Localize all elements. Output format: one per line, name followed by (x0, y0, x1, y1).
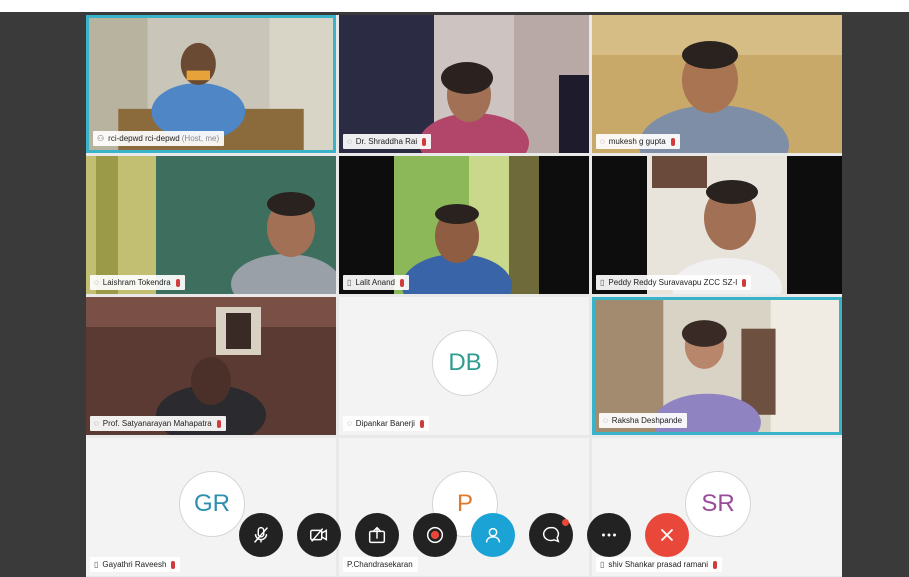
record-icon (426, 526, 444, 544)
speaker-icon: ◌ (600, 137, 605, 146)
muted-microphone-icon (419, 419, 424, 428)
record-button[interactable] (413, 513, 457, 557)
mute-button[interactable] (239, 513, 283, 557)
speaker-icon: ◌ (603, 416, 608, 425)
avatar-initials: GR (194, 490, 230, 517)
participant-name: mukesh g gupta (608, 137, 666, 146)
muted-microphone-icon (713, 560, 718, 569)
video-tile[interactable]: ◌ Prof. Satyanarayan Mahapatra (86, 297, 336, 435)
muted-microphone-icon (670, 137, 675, 146)
phone-icon: ▯ (600, 278, 605, 287)
participant-name: Prof. Satyanarayan Mahapatra (102, 419, 212, 428)
video-tile[interactable]: ◌ Dr. Shraddha Rai (339, 15, 589, 153)
more-icon (602, 533, 616, 537)
muted-microphone-icon (216, 419, 221, 428)
participant-name: Gayathri Raveesh (102, 560, 167, 569)
avatar-initials: DB (448, 349, 482, 376)
participant-video (86, 297, 336, 435)
chat-button[interactable] (529, 513, 573, 557)
muted-microphone-icon (422, 137, 427, 146)
phone-icon: ▯ (347, 278, 352, 287)
muted-microphone-icon (400, 278, 404, 287)
video-button[interactable] (297, 513, 341, 557)
window-top-strip (0, 0, 909, 12)
participant-role: (Host, me) (181, 134, 220, 143)
speaker-icon: ◌ (347, 137, 352, 146)
video-grid: ⚇ rci-depwd rci-depwd (Host, me) ◌ Dr. S… (86, 15, 842, 577)
video-tile[interactable]: ◌ Laishram Tokendra (86, 156, 336, 294)
share-button[interactable] (355, 513, 399, 557)
participant-name-bar: ▯ Peddy Reddy Suravavapu ZCC SZ-I (596, 275, 752, 290)
participant-name-bar: ◌ Laishram Tokendra (90, 275, 185, 290)
participant-video (86, 156, 336, 294)
participants-icon: ⚇ (97, 134, 105, 143)
participant-name-bar: ◌ Raksha Deshpande (599, 413, 688, 428)
participant-name: P.Chandrasekaran (347, 560, 413, 569)
video-tile[interactable]: ◌ Raksha Deshpande (592, 297, 842, 435)
participant-name: rci-depwd rci-depwd (108, 134, 180, 143)
participant-avatar: SR (685, 471, 751, 537)
participant-video (339, 156, 589, 294)
muted-microphone-icon (742, 278, 747, 287)
more-button[interactable] (587, 513, 631, 557)
share-icon (368, 526, 386, 544)
participant-name: shiv Shankar prasad ramani (608, 560, 709, 569)
participant-name: Dipankar Banerji (355, 419, 415, 428)
participant-name-bar: ▯ Gayathri Raveesh (90, 557, 181, 572)
participants-icon (485, 527, 501, 543)
avatar-initials: SR (701, 490, 735, 517)
participant-video (592, 15, 842, 153)
participant-name-bar: ◌ mukesh g gupta (596, 134, 680, 149)
participant-name: Peddy Reddy Suravavapu ZCC SZ-I (608, 278, 738, 287)
participant-name-bar: ▯ Lalit Anand (343, 275, 409, 290)
muted-microphone-icon (175, 278, 180, 287)
participant-name-bar: ◌ Dipankar Banerji (343, 416, 429, 431)
muted-microphone-icon (171, 560, 176, 569)
participant-name: Lalit Anand (355, 278, 395, 287)
phone-icon: ▯ (600, 560, 605, 569)
chat-icon (542, 526, 560, 543)
participant-video (339, 15, 589, 153)
speaker-icon: ◌ (94, 278, 99, 287)
notification-dot (562, 519, 569, 526)
speaker-icon: ◌ (347, 419, 352, 428)
leave-button[interactable] (645, 513, 689, 557)
video-off-icon (310, 528, 328, 542)
phone-icon: ▯ (94, 560, 99, 569)
participant-avatar: GR (179, 471, 245, 537)
participant-name-bar: ◌ Prof. Satyanarayan Mahapatra (90, 416, 226, 431)
muted-microphone-icon (254, 526, 268, 543)
participant-name-bar: ⚇ rci-depwd rci-depwd (Host, me) (93, 131, 225, 146)
speaker-icon: ◌ (94, 419, 99, 428)
video-tile[interactable]: ▯ Peddy Reddy Suravavapu ZCC SZ-I (592, 156, 842, 294)
video-tile[interactable]: ◌ mukesh g gupta (592, 15, 842, 153)
video-tile[interactable]: ⚇ rci-depwd rci-depwd (Host, me) (86, 15, 336, 153)
participant-name: Laishram Tokendra (102, 278, 171, 287)
participant-name: Raksha Deshpande (611, 416, 683, 425)
participant-video (592, 156, 842, 294)
close-icon (660, 528, 674, 542)
participant-avatar: DB (432, 330, 498, 396)
video-tile[interactable]: DB ◌ Dipankar Banerji (339, 297, 589, 435)
participant-name: Dr. Shraddha Rai (355, 137, 418, 146)
participant-name-bar: ◌ Dr. Shraddha Rai (343, 134, 432, 149)
participants-button[interactable] (471, 513, 515, 557)
video-tile[interactable]: ▯ Lalit Anand (339, 156, 589, 294)
meeting-toolbar (239, 513, 689, 561)
